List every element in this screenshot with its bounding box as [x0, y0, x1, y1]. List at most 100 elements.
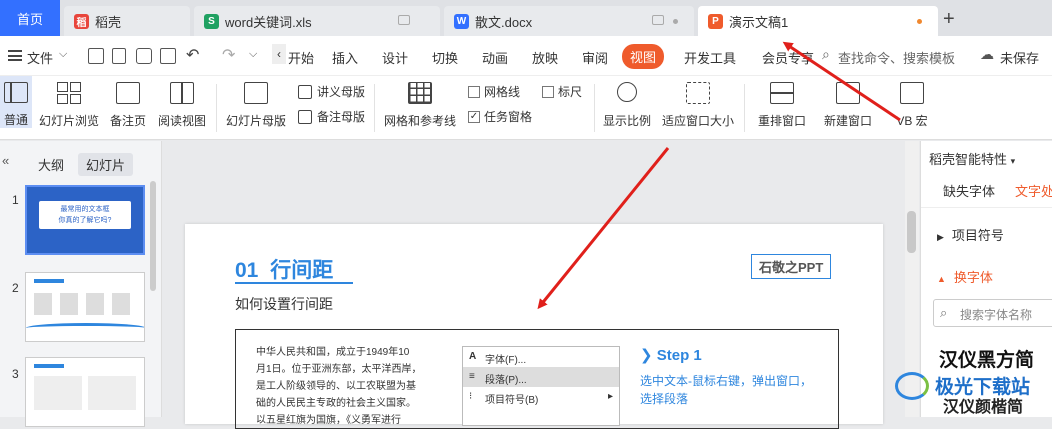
thumb-heading — [34, 279, 64, 283]
ribbon-divider — [744, 84, 745, 132]
menu-view[interactable]: 视图 — [622, 44, 665, 69]
slide-thumbnail-2[interactable] — [25, 272, 145, 342]
fit-window-icon — [686, 82, 710, 104]
handout-master-button[interactable]: 讲义母版 — [298, 83, 365, 100]
tab-docx[interactable]: W 散文.docx — [444, 6, 694, 36]
quick-access-more-icon[interactable]: ⌵ — [249, 48, 257, 61]
slide-number: 2 — [12, 281, 19, 295]
chevron-down-icon: ▾ — [1010, 156, 1016, 166]
menu-slideshow[interactable]: 放映 — [532, 48, 558, 67]
normal-view-button[interactable]: 普通 — [0, 76, 32, 128]
menu-transition[interactable]: 切换 — [432, 48, 458, 67]
fit-window-label: 适应窗口大小 — [661, 114, 734, 128]
print-icon[interactable] — [136, 48, 152, 64]
change-font-section[interactable]: ▲ 换字体 — [937, 267, 993, 286]
zoom-icon — [617, 82, 637, 102]
redo-icon[interactable]: ↷ — [222, 45, 235, 65]
gridlines-checkbox[interactable]: 网格线 — [468, 83, 520, 100]
hamburger-icon[interactable] — [8, 50, 22, 61]
step-chevron-icon: ❯ — [640, 347, 657, 364]
context-menu-item: ≡ 段落(P)... — [463, 367, 619, 387]
slide-browse-label: 幻灯片浏览 — [38, 114, 99, 128]
presentation-icon: P — [708, 13, 723, 29]
thumb-content — [88, 376, 136, 410]
export-pdf-icon[interactable] — [112, 48, 126, 64]
slide-subtitle: 如何设置行间距 — [235, 296, 333, 312]
tab-docer[interactable]: 稻 稻壳 — [64, 6, 190, 36]
slide-number: 1 — [12, 193, 19, 207]
slide-thumbnail-1[interactable]: 最常用的文本框 你真的了解它吗? — [25, 185, 145, 255]
tab-text-processing[interactable]: 文字处 — [1015, 181, 1052, 200]
tab-home[interactable]: 首页 — [0, 0, 60, 36]
chevron-down-icon[interactable]: ⌵ — [59, 48, 67, 61]
menu-design[interactable]: 设计 — [382, 48, 408, 67]
print-preview-icon[interactable] — [160, 48, 176, 64]
docer-icon: 稻 — [74, 13, 89, 29]
menu-home[interactable]: 开始 — [288, 48, 314, 67]
font-sample-1[interactable]: 汉仪黑方简 — [939, 345, 1034, 372]
new-tab-button[interactable]: + — [943, 8, 955, 31]
chevron-left-icon[interactable]: ‹ — [272, 44, 286, 64]
menu-animation[interactable]: 动画 — [482, 48, 508, 67]
task-pane-checkbox[interactable]: ✓ 任务窗格 — [468, 108, 532, 125]
notes-master-button[interactable]: 备注母版 — [298, 108, 365, 125]
arrange-windows-label: 重排窗口 — [757, 114, 806, 128]
new-window-label: 新建窗口 — [823, 114, 872, 128]
fit-window-button[interactable]: 适应窗口大小 — [661, 76, 735, 129]
paragraph-icon: ≡ — [469, 371, 475, 382]
command-search[interactable]: 查找命令、搜索模板 — [838, 48, 955, 67]
unsaved-status[interactable]: 未保存 — [1000, 48, 1039, 67]
tab-missing-font[interactable]: 缺失字体 — [943, 181, 995, 200]
thumb-title-box: 最常用的文本框 你真的了解它吗? — [39, 201, 131, 229]
body-line: 础的人民民主专政的社会主义国家。 — [256, 398, 416, 409]
thumb-title-line: 你真的了解它吗? — [58, 217, 112, 224]
menu-review[interactable]: 审阅 — [582, 48, 608, 67]
search-icon: ⌕ — [822, 46, 830, 62]
menu-member[interactable]: 会员专享 — [762, 48, 814, 67]
slide-heading-number: 01 — [235, 259, 259, 282]
font-search-input[interactable]: ⌕ 搜索字体名称 — [933, 299, 1052, 327]
menu-developer[interactable]: 开发工具 — [684, 48, 736, 67]
font-icon: A — [469, 351, 477, 362]
panel-title[interactable]: 稻壳智能特性 ▾ — [929, 149, 1015, 168]
menu-item-paragraph: 段落(P)... — [485, 375, 527, 386]
gridlines-check-box[interactable] — [468, 85, 480, 98]
chevron-right-icon: ▶ — [937, 232, 944, 242]
task-pane-check-box[interactable]: ✓ — [468, 110, 480, 123]
normal-view-label: 普通 — [3, 113, 28, 127]
slide-browse-button[interactable]: 幻灯片浏览 — [38, 76, 100, 129]
slide-master-label: 幻灯片母版 — [225, 114, 286, 128]
search-icon: ⌕ — [940, 305, 948, 320]
vb-macro-label: VB 宏 — [896, 114, 928, 128]
undo-icon[interactable]: ↶ — [186, 45, 199, 65]
thumb-wave — [26, 323, 144, 333]
tab-slides[interactable]: 幻灯片 — [78, 153, 134, 176]
arrange-windows-button[interactable]: 重排窗口 — [752, 76, 812, 129]
scrollbar-thumb[interactable] — [907, 211, 916, 253]
collapse-panel-icon[interactable]: « — [2, 153, 9, 168]
tab-presentation-label: 演示文稿1 — [729, 14, 789, 30]
slide-master-button[interactable]: 幻灯片母版 — [224, 76, 288, 129]
submenu-arrow-icon: ▸ — [607, 391, 613, 402]
zoom-button[interactable]: 显示比例 — [602, 76, 652, 129]
menu-item-font: 字体(F)... — [485, 355, 527, 366]
thumbnails-scrollbar[interactable] — [150, 181, 156, 291]
tab-outline[interactable]: 大纲 — [30, 153, 72, 176]
notes-page-button[interactable]: 备注页 — [108, 76, 148, 129]
vb-macro-button[interactable]: VB 宏 — [890, 76, 934, 129]
slide-heading-text: 行间距 — [270, 259, 334, 282]
new-window-button[interactable]: 新建窗口 — [820, 76, 876, 129]
ruler-checkbox[interactable]: 标尺 — [542, 83, 582, 100]
book-icon — [170, 82, 194, 104]
new-window-icon — [836, 82, 860, 104]
ruler-check-box[interactable] — [542, 85, 554, 98]
menu-file[interactable]: 文件 — [27, 48, 53, 67]
grid-guides-button[interactable]: 网格和参考线 — [382, 76, 458, 129]
bullets-section[interactable]: ▶ 项目符号 — [937, 225, 1004, 244]
tab-presentation[interactable]: P 演示文稿1 — [698, 6, 938, 36]
reading-view-button[interactable]: 阅读视图 — [156, 76, 208, 129]
tab-word-xls[interactable]: S word关键词.xls — [194, 6, 440, 36]
current-slide[interactable]: 01 行间距 如何设置行间距 石敬之PPT 中华人民共和国，成立于1949年10… — [185, 224, 883, 429]
save-icon[interactable] — [88, 48, 104, 64]
menu-insert[interactable]: 插入 — [332, 48, 358, 67]
